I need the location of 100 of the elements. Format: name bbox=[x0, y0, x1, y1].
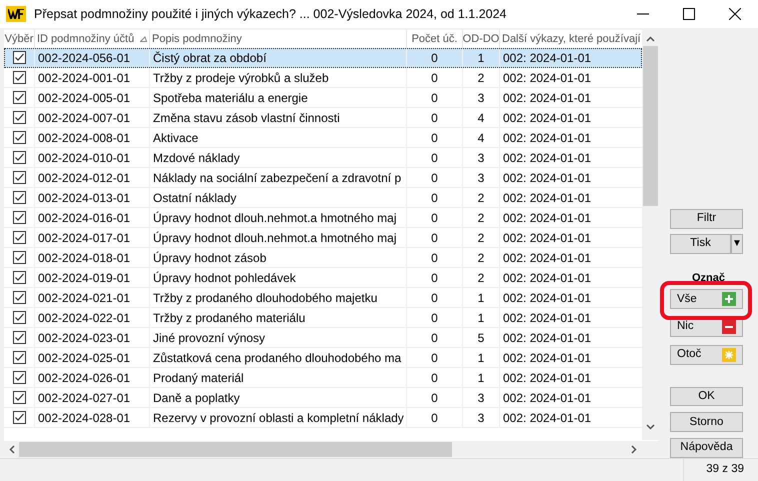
table-cell-text: 0 bbox=[431, 350, 438, 366]
table-row[interactable]: 002-2024-056-01 Čistý obrat za období 0 1 002: 2024-01-01 bbox=[4, 48, 642, 68]
table-row[interactable]: 002-2024-028-01 Rezervy v provozní oblasti a kompletní náklady 0 3 002: 2024-01-01 bbox=[4, 408, 642, 428]
column-header[interactable]: Popis podmnožiny bbox=[152, 30, 242, 48]
table-row[interactable]: 002-2024-005-01 Spotřeba materiálu a energie 0 3 002: 2024-01-01 bbox=[4, 88, 642, 108]
table-cell-text: Daně a poplatky bbox=[153, 390, 240, 406]
column-header[interactable]: Počet úč. bbox=[412, 30, 458, 48]
table-cell-text: 002-2024-025-01 bbox=[38, 350, 130, 366]
checkbox[interactable] bbox=[12, 71, 26, 84]
table-cell-text: 3 bbox=[478, 410, 484, 426]
table-row[interactable]: 002-2024-025-01 Zůstatková cena prodaného dlouhodobého ma 0 1 002: 2024-01-01 bbox=[4, 348, 642, 368]
table-cell-text: 0 bbox=[431, 230, 438, 246]
table-cell-text: 002-2024-022-01 bbox=[38, 310, 130, 326]
scroll-down-icon[interactable] bbox=[646, 424, 655, 430]
checkbox[interactable] bbox=[12, 211, 26, 224]
table-cell-text: 3 bbox=[478, 150, 484, 166]
dropdown-button[interactable]: ▼ bbox=[731, 234, 743, 254]
table-cell-text: 0 bbox=[431, 310, 438, 326]
table-row[interactable]: 002-2024-021-01 Tržby z prodaného dlouhodobého majetku 0 1 002: 2024-01-01 bbox=[4, 288, 642, 308]
horizontal-scrollbar-thumb[interactable] bbox=[19, 442, 452, 457]
table-cell-text: 002-2024-016-01 bbox=[38, 210, 130, 226]
vertical-scrollbar-thumb[interactable] bbox=[643, 46, 658, 206]
checkbox[interactable] bbox=[12, 111, 26, 124]
table-cell-text: 002: 2024-01-01 bbox=[503, 250, 592, 266]
checkbox[interactable] bbox=[12, 251, 26, 264]
table-cell-text: 0 bbox=[431, 370, 438, 386]
checkbox[interactable] bbox=[12, 131, 26, 144]
checkbox[interactable] bbox=[12, 231, 26, 244]
table-cell-text: 0 bbox=[431, 390, 438, 406]
table-cell-text: 002-2024-008-01 bbox=[38, 130, 130, 146]
column-header[interactable]: ID podmnožiny účtů bbox=[37, 30, 134, 48]
table-cell-text: Aktivace bbox=[153, 130, 198, 146]
table-row[interactable]: 002-2024-001-01 Tržby z prodeje výrobků a služeb 0 2 002: 2024-01-01 bbox=[4, 68, 642, 88]
table-row[interactable]: 002-2024-013-01 Ostatní náklady 0 2 002: 2024-01-01 bbox=[4, 188, 642, 208]
table-cell-text: Úpravy hodnot dlouh.nehmot.a hmotného maj bbox=[153, 230, 396, 246]
checkbox[interactable] bbox=[12, 371, 26, 384]
dialog-button[interactable]: Nápověda bbox=[670, 438, 743, 458]
scroll-right-icon[interactable] bbox=[631, 445, 637, 454]
table-cell-text: 002: 2024-01-01 bbox=[503, 50, 592, 66]
minimize-icon[interactable] bbox=[637, 13, 649, 15]
table-cell-text: 002: 2024-01-01 bbox=[503, 130, 592, 146]
table-cell-text: 002: 2024-01-01 bbox=[503, 110, 592, 126]
table-cell-text: 002: 2024-01-01 bbox=[503, 310, 592, 326]
checkbox[interactable] bbox=[12, 391, 26, 404]
table-row[interactable]: 002-2024-019-01 Úpravy hodnot pohledávek 0 2 002: 2024-01-01 bbox=[4, 268, 642, 288]
print-button[interactable]: Tisk bbox=[670, 234, 731, 254]
table-cell-text: Náklady na sociální zabezpečení a zdravotní p bbox=[153, 170, 402, 186]
maximize-icon[interactable] bbox=[683, 8, 695, 20]
table-cell-text: 002-2024-021-01 bbox=[38, 290, 130, 306]
checkbox[interactable] bbox=[12, 51, 26, 64]
table-cell-text: Tržby z prodaného materiálu bbox=[153, 310, 306, 326]
plus-icon bbox=[722, 292, 736, 306]
table-row[interactable]: 002-2024-022-01 Tržby z prodaného materiálu 0 1 002: 2024-01-01 bbox=[4, 308, 642, 328]
checkbox[interactable] bbox=[12, 271, 26, 284]
checkbox[interactable] bbox=[12, 411, 26, 424]
table-row[interactable]: 002-2024-017-01 Úpravy hodnot dlouh.nehmot.a hmotného maj 0 2 002: 2024-01-01 bbox=[4, 228, 642, 248]
dialog-button[interactable]: OK bbox=[670, 386, 743, 406]
table-cell-text: Mzdové náklady bbox=[153, 150, 240, 166]
table-row[interactable]: 002-2024-027-01 Daně a poplatky 0 3 002: 2024-01-01 bbox=[4, 388, 642, 408]
table-cell-text: 002-2024-001-01 bbox=[38, 70, 130, 86]
dialog-button[interactable]: Storno bbox=[670, 412, 743, 432]
table-cell-text: 0 bbox=[431, 330, 438, 346]
table-row[interactable]: 002-2024-018-01 Úpravy hodnot zásob 0 2 002: 2024-01-01 bbox=[4, 248, 642, 268]
table-cell-text: 002-2024-018-01 bbox=[38, 250, 130, 266]
table-cell-text: 002: 2024-01-01 bbox=[503, 390, 592, 406]
column-header[interactable]: OD-DO bbox=[462, 30, 500, 48]
table-cell-text: 002-2024-013-01 bbox=[38, 190, 130, 206]
checkbox[interactable] bbox=[12, 291, 26, 304]
table-cell-text: 002-2024-056-01 bbox=[38, 50, 130, 66]
table-cell-text: 2 bbox=[478, 270, 484, 286]
column-header[interactable]: Výběr bbox=[4, 30, 34, 48]
table-cell-text: 0 bbox=[431, 130, 438, 146]
select-all-button[interactable]: Vše bbox=[670, 289, 743, 310]
table-cell-text: 1 bbox=[478, 350, 484, 366]
scroll-left-icon[interactable] bbox=[9, 445, 15, 454]
table-cell-text: 2 bbox=[478, 190, 484, 206]
table-cell-text: 002-2024-010-01 bbox=[38, 150, 130, 166]
table-cell-text: 002-2024-023-01 bbox=[38, 330, 130, 346]
checkbox[interactable] bbox=[12, 311, 26, 324]
checkbox[interactable] bbox=[12, 351, 26, 364]
table-row[interactable]: 002-2024-012-01 Náklady na sociální zabezpečení a zdravotní p 0 3 002: 2024-01-01 bbox=[4, 168, 642, 188]
checkbox[interactable] bbox=[12, 191, 26, 204]
table-row[interactable]: 002-2024-016-01 Úpravy hodnot dlouh.nehmot.a hmotného maj 0 2 002: 2024-01-01 bbox=[4, 208, 642, 228]
table-row[interactable]: 002-2024-008-01 Aktivace 0 4 002: 2024-01-01 bbox=[4, 128, 642, 148]
table-cell-text: Úpravy hodnot dlouh.nehmot.a hmotného maj bbox=[153, 210, 396, 226]
checkbox[interactable] bbox=[12, 171, 26, 184]
filter-button[interactable]: Filtr bbox=[670, 209, 743, 229]
select-invert-button[interactable]: Otoč bbox=[670, 344, 743, 365]
table-row[interactable]: 002-2024-010-01 Mzdové náklady 0 3 002: 2024-01-01 bbox=[4, 148, 642, 168]
close-icon[interactable] bbox=[729, 8, 741, 20]
table-row[interactable]: 002-2024-007-01 Změna stavu zásob vlastní činnosti 0 4 002: 2024-01-01 bbox=[4, 108, 642, 128]
table-cell-text: 2 bbox=[478, 250, 484, 266]
column-header[interactable]: Další výkazy, které používají bbox=[502, 30, 641, 48]
table-row[interactable]: 002-2024-026-01 Prodaný materiál 0 1 002: 2024-01-01 bbox=[4, 368, 642, 388]
checkbox[interactable] bbox=[12, 91, 26, 104]
checkbox[interactable] bbox=[12, 151, 26, 164]
checkbox[interactable] bbox=[12, 331, 26, 344]
scroll-up-icon[interactable] bbox=[646, 36, 655, 42]
table-row[interactable]: 002-2024-023-01 Jiné provozní výnosy 0 5 002: 2024-01-01 bbox=[4, 328, 642, 348]
table-cell-text: 0 bbox=[431, 190, 438, 206]
